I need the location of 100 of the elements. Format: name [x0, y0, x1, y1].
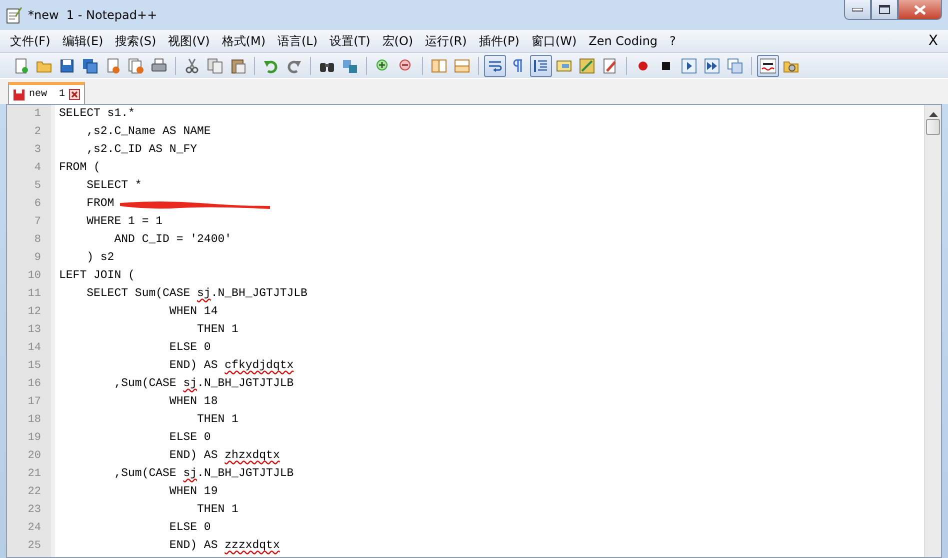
code-line: THEN 1 [196, 502, 238, 518]
floppy-disks-icon [82, 58, 98, 74]
line-number: 8 [33, 233, 42, 248]
code-line: FROM [86, 196, 114, 212]
copy-icon [207, 58, 223, 74]
code-line: WHERE 1 = 1 [86, 214, 163, 230]
line-number: 21 [26, 467, 42, 482]
window-title: *new 1 - Notepad++ [28, 7, 158, 24]
code-line: THEN 1 [196, 412, 238, 428]
line-number: 18 [26, 413, 42, 428]
tab-label: new 1 [29, 88, 66, 102]
line-number: 6 [33, 197, 42, 212]
code-line: SELECT * [86, 178, 142, 194]
spellcheck-icon [760, 58, 776, 74]
replace-letters-icon [342, 58, 358, 74]
save-macro-icon [727, 58, 743, 74]
scissors-icon [184, 58, 200, 74]
line-number: 20 [26, 449, 42, 464]
line-number: 11 [26, 287, 42, 302]
menu-item[interactable]: ? [664, 32, 682, 50]
code-line: END) AS zzzxdqtx [168, 538, 280, 554]
close-button[interactable] [898, 0, 942, 20]
code-line: ,s2.C_ID AS N_FY [86, 142, 198, 158]
menu-item[interactable]: 搜索(S) [109, 32, 162, 50]
toolbar-button[interactable] [484, 54, 506, 76]
minimize-icon [852, 8, 863, 12]
code-line: AND C_ID = '2400' [113, 232, 232, 248]
code-line: THEN 1 [196, 322, 238, 338]
code-line: END) AS zhzxdqtx [168, 448, 280, 464]
menu-item[interactable]: 运行(R) [419, 32, 473, 50]
menu-item[interactable]: Zen Coding [582, 32, 664, 50]
code-line: LEFT JOIN ( [59, 268, 135, 284]
fast-forward-icon [704, 58, 720, 74]
code-line: FROM ( [59, 160, 100, 176]
maximize-button[interactable] [871, 0, 898, 20]
code-line: END) AS cfkydjdqtx [168, 358, 294, 374]
new-file-icon [13, 58, 29, 74]
menu-item[interactable]: 设置(T) [324, 32, 376, 50]
line-number: 15 [26, 359, 42, 374]
line-number: 5 [33, 179, 42, 194]
code-line: WHEN 14 [168, 304, 218, 320]
clipboard-icon [230, 58, 246, 74]
code-line: SELECT s1.* [59, 106, 135, 122]
line-number: 13 [26, 323, 42, 338]
close-icon[interactable] [69, 89, 80, 100]
code-line: ELSE 0 [168, 520, 211, 536]
line-number: 1 [33, 107, 42, 122]
menu-item[interactable]: 视图(V) [162, 32, 216, 50]
line-number: 17 [26, 395, 42, 410]
document-pencil-icon [602, 58, 618, 74]
menu-item[interactable]: 语言(L) [272, 32, 324, 50]
play-icon [681, 58, 697, 74]
code-line: WHEN 18 [168, 394, 218, 410]
panel-icon [556, 58, 572, 74]
line-number: 12 [26, 305, 42, 320]
menu-item[interactable]: 格式(M) [216, 32, 272, 50]
indent-guide-icon [533, 58, 549, 74]
windows-vertical-icon [431, 58, 447, 74]
line-number: 9 [33, 251, 42, 266]
code-line: ELSE 0 [168, 430, 211, 446]
printer-icon [151, 58, 167, 74]
line-number: 4 [33, 161, 42, 176]
vertical-scrollbar[interactable] [924, 105, 941, 557]
code-line: SELECT Sum(CASE sj.N_BH_JGTJTJLB [86, 286, 308, 302]
document-tab[interactable]: new 1 [8, 82, 86, 104]
close-document-button[interactable]: X [922, 30, 944, 52]
toolbar-button[interactable] [757, 54, 779, 76]
documents-minus-icon [128, 58, 144, 74]
line-number: 14 [26, 341, 42, 356]
menu-item[interactable]: 文件(F) [4, 32, 56, 50]
menu-item[interactable]: 编辑(E) [56, 32, 110, 50]
line-number: 25 [26, 539, 42, 554]
minimize-button[interactable] [844, 0, 871, 20]
scroll-thumb[interactable] [926, 119, 940, 135]
menu-item[interactable]: 窗口(W) [525, 32, 583, 50]
document-minus-icon [105, 58, 121, 74]
code-line: ,Sum(CASE sj.N_BH_JGTJTJLB [113, 376, 294, 392]
line-number: 7 [33, 215, 42, 230]
line-number: 24 [26, 521, 42, 536]
line-number: 23 [26, 503, 42, 518]
toolbar-button[interactable] [530, 54, 552, 76]
code-line: ELSE 0 [168, 340, 211, 356]
code-line: ) s2 [86, 250, 114, 266]
line-number: 10 [26, 269, 42, 284]
line-number: 19 [26, 431, 42, 446]
line-number: 2 [33, 125, 42, 140]
menu-item[interactable]: 插件(P) [472, 32, 526, 50]
close-icon [914, 4, 926, 14]
code-line: WHEN 19 [168, 484, 218, 500]
line-number: 3 [33, 143, 42, 158]
line-number: 16 [26, 377, 42, 392]
scroll-up-icon[interactable] [928, 111, 938, 117]
line-number: 22 [26, 485, 42, 500]
code-line: ,s2.C_Name AS NAME [86, 124, 211, 140]
menu-item[interactable]: 宏(O) [376, 32, 420, 50]
code-line: ,Sum(CASE sj.N_BH_JGTJTJLB [113, 466, 294, 482]
windows-horizontal-icon [454, 58, 470, 74]
map-icon [579, 58, 595, 74]
notepad-icon [6, 6, 22, 24]
maximize-icon [879, 5, 890, 14]
